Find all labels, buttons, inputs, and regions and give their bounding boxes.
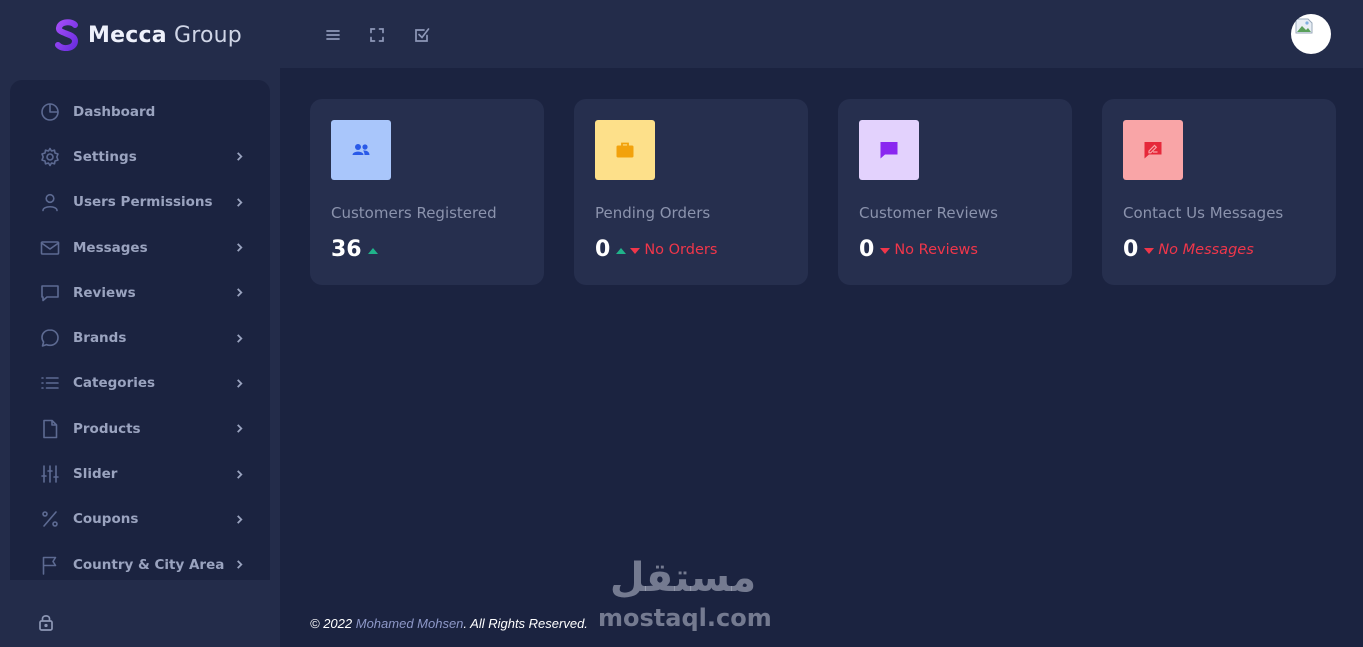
card-pending-orders[interactable]: Pending Orders 0 No Orders [574, 99, 808, 285]
brand-name-bold: Mecca [88, 22, 167, 48]
sidebar-item-reviews[interactable]: Reviews [10, 270, 270, 315]
message-edit-icon [1123, 120, 1183, 180]
card-stat: 0 No Messages [1123, 237, 1254, 262]
chevron-right-icon [234, 333, 244, 343]
sidebar-item-messages[interactable]: Messages [10, 225, 270, 270]
card-note: No Orders [644, 241, 718, 258]
fullscreen-icon[interactable] [366, 24, 388, 46]
gear-icon [39, 146, 61, 168]
card-note: No Reviews [894, 241, 978, 258]
sidebar-item-label: Messages [73, 239, 148, 256]
trend-down-icon [880, 247, 891, 254]
chevron-right-icon [234, 288, 244, 298]
sidebar-item-label: Users Permissions [73, 194, 213, 211]
chat-bubble-icon [39, 327, 61, 349]
mail-icon [39, 237, 61, 259]
sidebar-item-label: Slider [73, 466, 118, 483]
sidebar-item-brands[interactable]: Brands [10, 315, 270, 360]
sidebar-item-categories[interactable]: Categories [10, 361, 270, 406]
watermark: مستقل mostaql.com [598, 554, 772, 636]
percent-icon [39, 508, 61, 530]
card-stat: 36 [331, 237, 382, 262]
trend-down-icon [1144, 247, 1155, 254]
chevron-right-icon [234, 514, 244, 524]
sidebar-item-label: Country & City Area [73, 556, 225, 573]
list-icon [39, 372, 61, 394]
sidebar-item-country-city-area[interactable]: Country & City Area [10, 542, 270, 587]
broken-image-icon [1295, 18, 1313, 34]
users-icon [331, 120, 391, 180]
chevron-right-icon [234, 469, 244, 479]
trend-up-icon [616, 247, 627, 254]
chevron-right-icon [234, 152, 244, 162]
brand-name: Mecca Group [88, 23, 242, 48]
card-title: Contact Us Messages [1123, 204, 1284, 222]
briefcase-icon [595, 120, 655, 180]
watermark-latin: mostaql.com [598, 604, 772, 632]
footer-author-link[interactable]: Mohamed Mohsen [356, 616, 464, 631]
trend-up-icon [367, 247, 378, 254]
checkbox-icon[interactable] [411, 24, 433, 46]
card-note: No Messages [1158, 241, 1254, 258]
sidebar-item-label: Dashboard [73, 103, 156, 120]
sidebar-item-slider[interactable]: Slider [10, 451, 270, 496]
sidebar-item-label: Coupons [73, 511, 139, 528]
user-avatar[interactable] [1291, 14, 1331, 54]
sidebar: Mecca Group Dashboard Settings Users Per… [0, 0, 280, 647]
card-stat: 0 No Orders [595, 237, 717, 262]
sidebar-item-dashboard[interactable]: Dashboard [10, 89, 270, 134]
sidebar-item-label: Brands [73, 330, 127, 347]
pie-chart-icon [39, 101, 61, 123]
card-contact-us-messages[interactable]: Contact Us Messages 0 No Messages [1102, 99, 1336, 285]
card-title: Customer Reviews [859, 204, 998, 222]
sidebar-item-coupons[interactable]: Coupons [10, 497, 270, 542]
card-value: 0 [859, 237, 875, 262]
card-title: Pending Orders [595, 204, 711, 222]
sidebar-item-users-permissions[interactable]: Users Permissions [10, 180, 270, 225]
sliders-icon [39, 463, 61, 485]
sidebar-item-label: Categories [73, 375, 156, 392]
chevron-right-icon [234, 197, 244, 207]
sidebar-item-label: Settings [73, 148, 137, 165]
topbar [280, 0, 1363, 68]
chevron-right-icon [234, 424, 244, 434]
flag-icon [39, 554, 61, 576]
comment-square-icon [39, 282, 61, 304]
sidebar-item-label: Reviews [73, 284, 136, 301]
card-title: Customers Registered [331, 204, 497, 222]
trend-down-icon [630, 247, 641, 254]
card-value: 0 [1123, 237, 1139, 262]
lock-icon[interactable] [37, 613, 57, 633]
watermark-arabic: مستقل [609, 555, 757, 601]
footer-prefix: © 2022 [310, 616, 356, 631]
sidebar-item-settings[interactable]: Settings [10, 134, 270, 179]
sidebar-nav: Dashboard Settings Users Permissions Mes… [10, 80, 270, 580]
file-icon [39, 418, 61, 440]
card-value: 36 [331, 237, 362, 262]
user-icon [39, 191, 61, 213]
sidebar-item-products[interactable]: Products [10, 406, 270, 451]
card-customers-registered[interactable]: Customers Registered 36 [310, 99, 544, 285]
footer-suffix: . All Rights Reserved. [463, 616, 588, 631]
message-icon [859, 120, 919, 180]
card-stat: 0 No Reviews [859, 237, 978, 262]
menu-icon[interactable] [322, 24, 344, 46]
brand-name-light: Group [173, 22, 242, 48]
chevron-right-icon [234, 378, 244, 388]
footer: © 2022 Mohamed Mohsen. All Rights Reserv… [310, 616, 588, 631]
sidebar-item-label: Products [73, 420, 141, 437]
chevron-right-icon [234, 243, 244, 253]
chevron-right-icon [234, 560, 244, 570]
card-value: 0 [595, 237, 611, 262]
brand-logo-icon [54, 19, 80, 51]
brand[interactable]: Mecca Group [54, 18, 242, 52]
card-customer-reviews[interactable]: Customer Reviews 0 No Reviews [838, 99, 1072, 285]
